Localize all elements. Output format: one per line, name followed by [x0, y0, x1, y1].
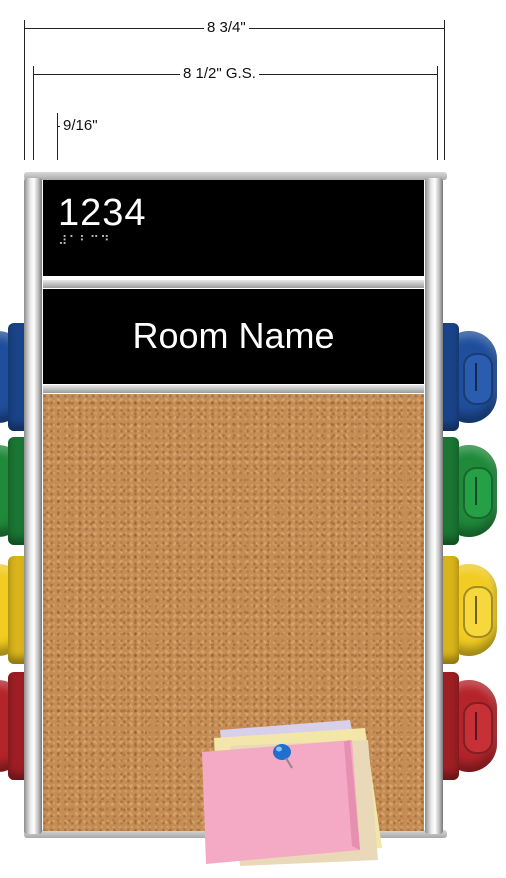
sticky-notes[interactable] [200, 718, 390, 868]
left-rail [24, 178, 42, 834]
dimension-inset-label: 9/16" [60, 118, 101, 134]
braille-text: ⠼⠁⠃⠉⠙ [58, 234, 111, 249]
top-cap [24, 172, 447, 180]
flag-right-red[interactable] [437, 672, 501, 780]
flag-right-green[interactable] [437, 437, 501, 545]
panel-separator-1 [43, 280, 424, 288]
panel-separator-2 [43, 385, 424, 393]
right-rail [425, 178, 443, 834]
room-number: 1234 [58, 192, 147, 234]
dimension-overall-label: 8 3/4" [204, 20, 249, 36]
room-number-panel: 1234 ⠼⠁⠃⠉⠙ [43, 180, 424, 276]
dimension-graphic-label: 8 1/2" G.S. [180, 66, 259, 82]
flag-right-blue[interactable] [437, 323, 501, 431]
flag-right-yellow[interactable] [437, 556, 501, 664]
room-name-panel: Room Name [43, 289, 424, 384]
room-name: Room Name [132, 315, 335, 356]
